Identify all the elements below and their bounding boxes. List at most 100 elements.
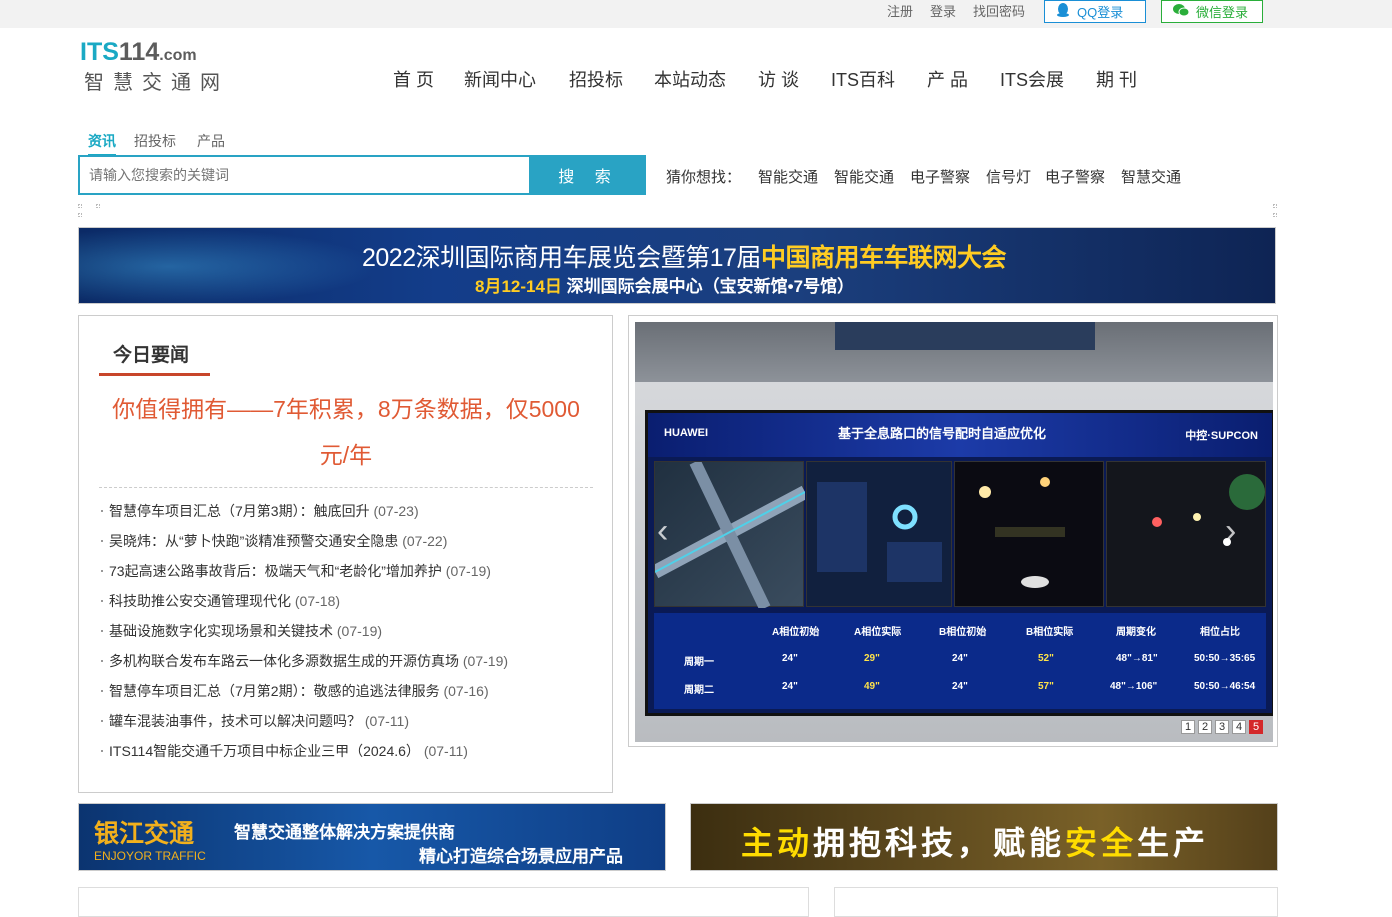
list-item[interactable]: 智慧停车项目汇总（7月第2期）：敬感的追逃法律服务 (07-16) [101,681,508,711]
nav-products[interactable]: 产 品 [927,66,968,92]
table-header: 周期变化 [1116,627,1156,638]
camera-panel-1 [954,461,1104,607]
timing-table-header: A相位初始 A相位实际 B相位初始 B相位实际 周期变化 相位占比 [654,615,1266,643]
enjoyor-line1: 智慧交通整体解决方案提供商 [234,823,455,842]
nav-site-news[interactable]: 本站动态 [654,66,726,92]
slide-pager: 1 2 3 4 5 [1181,720,1263,734]
logo-name: 智慧交通网 [84,72,229,94]
nav-its-wiki[interactable]: ITS百科 [831,66,895,92]
qq-icon [1055,2,1071,21]
slide-page-5[interactable]: 5 [1249,720,1263,734]
slide-page-3[interactable]: 3 [1215,720,1229,734]
guess-label: 猜你想找： [666,169,742,186]
enjoyor-line2: 精心打造综合场景应用产品 [419,847,623,866]
logo-its: ITS [80,38,119,66]
slide-prev-arrow[interactable]: ‹ [657,512,668,551]
nav-journals[interactable]: 期 刊 [1096,66,1137,92]
banner-line1: 2022深圳国际商用车展览会暨第17届中国商用车车联网大会 [362,244,1006,272]
guess-item[interactable]: 电子警察 [1045,166,1105,187]
nav-exhibitions[interactable]: ITS会展 [1000,66,1064,92]
safety-ad-banner[interactable]: 主动拥抱科技，赋能安全生产 [690,803,1278,871]
huawei-logo: HUAWEI [664,427,708,439]
today-news-title: 今日要闻 [113,345,190,366]
content-card [834,887,1278,917]
site-logo[interactable]: ITS114.com 智慧交通网 [80,38,240,98]
wechat-login-label: 微信登录 [1196,5,1249,20]
wechat-login-button[interactable]: 微信登录 [1161,0,1263,23]
news-list: 智慧停车项目汇总（7月第3期）：触底回升 (07-23) 吴晓炜：从“萝卜快跑”… [101,501,508,771]
qq-login-label: QQ登录 [1077,5,1124,20]
search-tab-news[interactable]: 资讯 [88,131,116,156]
title-underline [99,373,210,376]
list-item[interactable]: ITS114智能交通千万项目中标企业三甲（2024.6） (07-11) [101,741,508,771]
map-panel [651,459,809,611]
table-header: B相位初始 [939,627,987,638]
featured-headline[interactable]: 你值得拥有——7年积累，8万条数据，仅5000元/年 [99,386,593,478]
dashboard-panel [806,461,952,607]
guess-item[interactable]: 智能交通 [834,166,894,187]
table-row: 周期一 24" 29" 24" 52" 48"→81" 50:50→35:65 [684,653,1256,668]
content-card [78,887,809,917]
banner-glow [79,228,379,303]
enjoyor-brand: 银江交通 [94,820,195,848]
divider [99,487,593,488]
login-link[interactable]: 登录 [930,1,956,20]
search-box [78,155,531,195]
video-wall-header: HUAWEI 基于全息路口的信号配时自适应优化 中控·SUPCON [648,413,1272,457]
camera-panel-2 [1106,461,1266,607]
timing-table: A相位初始 A相位实际 B相位初始 B相位实际 周期变化 相位占比 周期一 24… [654,613,1266,709]
list-item[interactable]: 吴晓炜：从“萝卜快跑”谈精准预警交通安全隐患 (07-22) [101,531,508,561]
qq-login-button[interactable]: QQ登录 [1044,0,1146,23]
today-news-panel: 今日要闻 你值得拥有——7年积累，8万条数据，仅5000元/年 智慧停车项目汇总… [78,315,613,793]
logo-domain: .com [159,47,197,64]
list-item[interactable]: 科技助推公安交通管理现代化 (07-18) [101,591,508,621]
table-row: 周期二 24" 49" 24" 57" 48"→106" 50:50→46:54 [684,681,1256,696]
enjoyor-brand-en: ENJOYOR TRAFFIC [94,849,206,863]
video-wall: HUAWEI 基于全息路口的信号配时自适应优化 中控·SUPCON A相位初始 … [645,410,1273,716]
slide-page-1[interactable]: 1 [1181,720,1195,734]
nav-home[interactable]: 首 页 [393,66,434,92]
table-header: A相位实际 [854,627,902,638]
top-bar: 注册 登录 找回密码 QQ登录 微信登录 [0,0,1392,28]
guess-item[interactable]: 智慧交通 [1121,166,1181,187]
search-tab-products[interactable]: 产品 [197,131,225,151]
search-input[interactable] [80,157,529,193]
guess-item[interactable]: 信号灯 [986,166,1031,187]
ad-slot-corner [1273,204,1277,208]
list-item[interactable]: 罐车混装油事件，技术可以解决问题吗？ (07-11) [101,711,508,741]
table-header: 相位占比 [1200,627,1240,638]
recover-password-link[interactable]: 找回密码 [973,1,1025,20]
ad-slot-corner [1273,213,1277,217]
guess-item[interactable]: 电子警察 [910,166,970,187]
list-item[interactable]: 73起高速公路事故背后：极端天气和“老龄化”增加养护 (07-19) [101,561,508,591]
slide-sign [835,322,1095,350]
slide-page-2[interactable]: 2 [1198,720,1212,734]
table-header: A相位初始 [772,627,820,638]
list-item[interactable]: 多机构联合发布车路云一体化多源数据生成的开源仿真场 (07-19) [101,651,508,681]
slide-next-arrow[interactable]: › [1225,512,1236,551]
list-item[interactable]: 智慧停车项目汇总（7月第3期）：触底回升 (07-23) [101,501,508,531]
ad-slot-corner [78,213,82,217]
nav-interviews[interactable]: 访 谈 [758,66,799,92]
supcon-logo: 中控·SUPCON [1185,430,1258,442]
logo-number: 114 [118,38,160,66]
photo-slideshow: HUAWEI 基于全息路口的信号配时自适应优化 中控·SUPCON A相位初始 … [628,315,1278,747]
search-tab-bidding[interactable]: 招投标 [134,131,176,151]
expo-banner[interactable]: 2022深圳国际商用车展览会暨第17届中国商用车车联网大会 8月12-14日 深… [78,227,1276,304]
slide-page-4[interactable]: 4 [1232,720,1246,734]
ad-slot-corner [78,204,82,208]
video-wall-title: 基于全息路口的信号配时自适应优化 [838,426,1047,441]
ad-slot-corner [96,204,100,208]
wechat-icon [1172,2,1190,21]
search-button[interactable]: 搜 索 [531,155,646,195]
nav-bidding[interactable]: 招投标 [569,66,623,92]
safety-slogan: 主动拥抱科技，赋能安全生产 [741,825,1210,861]
guess-item[interactable]: 智能交通 [758,166,818,187]
enjoyor-ad-banner[interactable]: 银江交通 ENJOYOR TRAFFIC 智慧交通整体解决方案提供商 精心打造综… [78,803,666,871]
nav-news-center[interactable]: 新闻中心 [464,66,536,92]
list-item[interactable]: 基础设施数字化实现场景和关键技术 (07-19) [101,621,508,651]
register-link[interactable]: 注册 [887,1,913,20]
banner-line2: 8月12-14日 深圳国际会展中心（宝安新馆•7号馆） [475,277,855,296]
slide-image[interactable]: HUAWEI 基于全息路口的信号配时自适应优化 中控·SUPCON A相位初始 … [635,322,1273,742]
table-header: B相位实际 [1026,627,1074,638]
